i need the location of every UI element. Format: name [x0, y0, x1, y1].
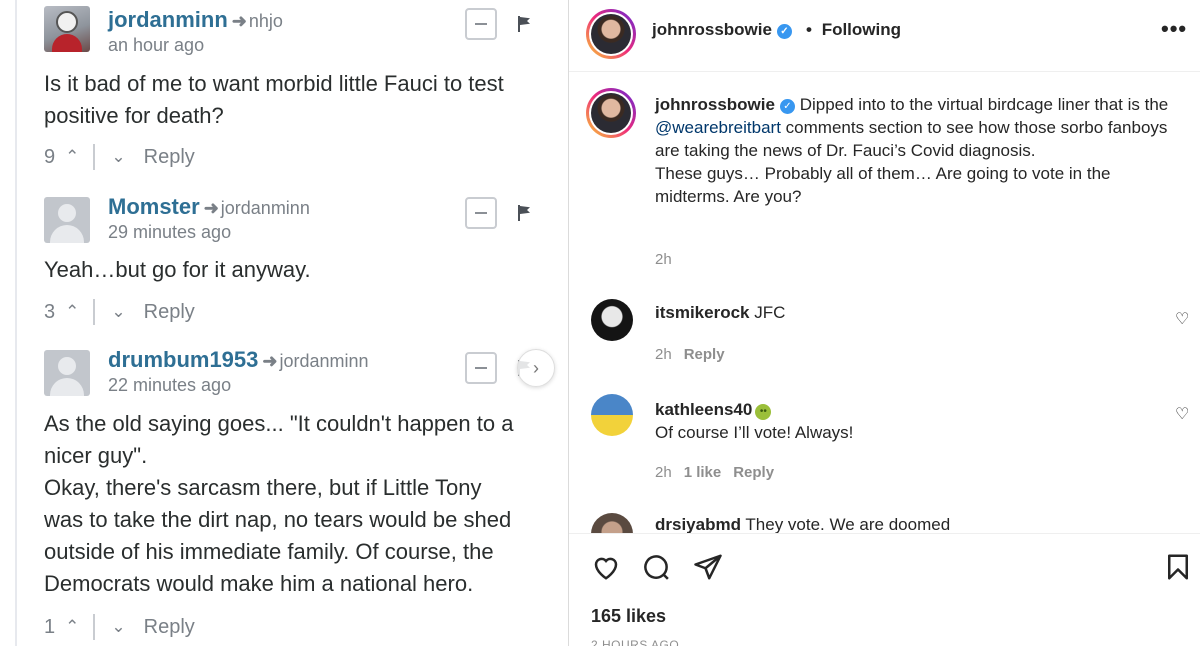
avatar[interactable] — [591, 299, 633, 341]
comment-text: JFC — [754, 303, 786, 322]
verified-badge-icon: ✓ — [776, 24, 792, 39]
post-timestamp[interactable]: 2 HOURS AGO — [591, 638, 679, 646]
flag-icon[interactable] — [518, 205, 532, 221]
heart-icon[interactable]: ♡ — [1175, 312, 1191, 328]
comment-author[interactable]: drumbum1953 — [108, 347, 258, 372]
comment-body: Is it bad of me to want morbid little Fa… — [44, 71, 504, 128]
post-caption: johnrossbowie ✓ Dipped into to the virtua… — [655, 93, 1185, 208]
share-icon[interactable] — [693, 552, 723, 582]
chevron-down-icon[interactable]: ⌄ — [111, 147, 125, 167]
comment-footer: 3 ⌃ ⌄ Reply — [44, 299, 195, 325]
heart-icon[interactable] — [591, 552, 621, 582]
chevron-up-icon[interactable]: ⌃ — [65, 147, 79, 167]
post-author[interactable]: johnrossbowie — [652, 20, 772, 39]
divider — [93, 614, 96, 640]
arrow-right-icon: ➜ — [231, 11, 247, 31]
comment-timestamp[interactable]: 29 minutes ago — [108, 222, 231, 243]
reply-button[interactable]: Reply — [144, 301, 195, 324]
comment-footer: 9 ⌃ ⌄ Reply — [44, 144, 195, 170]
comment-author[interactable]: jordanminn — [108, 7, 228, 32]
reply-button[interactable]: Reply — [733, 464, 774, 481]
comment: drsiyabmd They vote. We are doomed — [655, 515, 950, 535]
reply-to-user[interactable]: jordanminn — [279, 351, 368, 371]
nauseated-emoji-icon: •• — [755, 404, 772, 420]
likes-count[interactable]: 1 like — [684, 464, 722, 481]
divider — [93, 144, 96, 170]
comment-icon[interactable] — [641, 552, 671, 582]
post-actions: 165 likes 2 HOURS AGO — [569, 533, 1200, 646]
reply-to-user[interactable]: jordanminn — [221, 198, 310, 218]
comment-body: Yeah…but go for it anyway. — [44, 257, 311, 282]
chevron-down-icon[interactable]: ⌄ — [111, 617, 125, 637]
chevron-up-icon[interactable]: ⌃ — [65, 617, 79, 637]
reply-button[interactable]: Reply — [144, 616, 195, 639]
comment-meta: 2h 1 like Reply — [655, 464, 774, 481]
vote-count: 3 — [44, 300, 56, 323]
comment: kathleens40 •• Of course I’ll vote! Alway… — [655, 398, 853, 444]
comment-author[interactable]: drsiyabmd — [655, 515, 741, 534]
avatar[interactable] — [586, 88, 636, 138]
comment-text: They vote. We are doomed — [745, 515, 951, 534]
avatar[interactable] — [44, 350, 90, 396]
comment-timestamp[interactable]: 2h — [655, 464, 672, 481]
instagram-post-panel: johnrossbowie ✓ • Following ••• johnrossb… — [568, 0, 1200, 646]
comment-timestamp[interactable]: an hour ago — [108, 35, 204, 56]
dot-separator: • — [806, 20, 812, 39]
comment-body: As the old saying goes... "It couldn't h… — [44, 411, 514, 596]
comment-meta: 2h Reply — [655, 346, 725, 363]
collapse-button[interactable] — [465, 8, 497, 40]
divider — [93, 299, 96, 325]
avatar[interactable] — [44, 197, 90, 243]
likes-count[interactable]: 165 likes — [591, 606, 666, 627]
reply-button[interactable]: Reply — [144, 146, 195, 169]
comment-timestamp[interactable]: 22 minutes ago — [108, 375, 231, 396]
mention-link[interactable]: @wearebreitbart — [655, 118, 781, 137]
comment-author[interactable]: kathleens40 — [655, 400, 752, 419]
caption-text: These guys… Probably all of them… Are go… — [655, 164, 1111, 206]
collapse-button[interactable] — [465, 352, 497, 384]
caption-author[interactable]: johnrossbowie — [655, 95, 775, 114]
reply-button[interactable]: Reply — [684, 346, 725, 363]
vote-count: 9 — [44, 145, 56, 168]
avatar[interactable] — [44, 6, 90, 52]
avatar[interactable] — [586, 9, 636, 59]
comment-text: Of course I’ll vote! Always! — [655, 423, 854, 442]
comment: itsmikerock JFC — [655, 303, 785, 323]
following-button[interactable]: Following — [822, 20, 901, 39]
collapse-button[interactable] — [465, 197, 497, 229]
chevron-up-icon[interactable]: ⌃ — [65, 302, 79, 322]
more-options-icon[interactable]: ••• — [1161, 16, 1187, 42]
bookmark-icon[interactable] — [1163, 552, 1193, 582]
comment-footer: 1 ⌃ ⌄ Reply — [44, 614, 195, 640]
vote-count: 1 — [44, 615, 56, 638]
heart-icon[interactable]: ♡ — [1175, 407, 1191, 423]
chevron-right-icon[interactable]: › — [517, 349, 555, 387]
chevron-down-icon[interactable]: ⌄ — [111, 302, 125, 322]
post-header: johnrossbowie ✓ • Following ••• — [569, 0, 1200, 72]
arrow-right-icon: ➜ — [262, 351, 278, 371]
comment-author[interactable]: itsmikerock — [655, 303, 750, 322]
reply-to-user[interactable]: nhjo — [249, 11, 283, 31]
comment-author[interactable]: Momster — [108, 194, 200, 219]
disqus-comments-panel: jordanminn ➜ nhjo an hour ago Is it bad of… — [0, 0, 568, 646]
flag-icon[interactable] — [518, 16, 532, 32]
comment-timestamp[interactable]: 2h — [655, 346, 672, 363]
avatar[interactable] — [591, 394, 633, 436]
verified-badge-icon: ✓ — [779, 99, 795, 114]
caption-timestamp[interactable]: 2h — [655, 251, 672, 268]
arrow-right-icon: ➜ — [203, 198, 219, 218]
caption-text: Dipped into to the virtual birdcage line… — [799, 95, 1169, 114]
